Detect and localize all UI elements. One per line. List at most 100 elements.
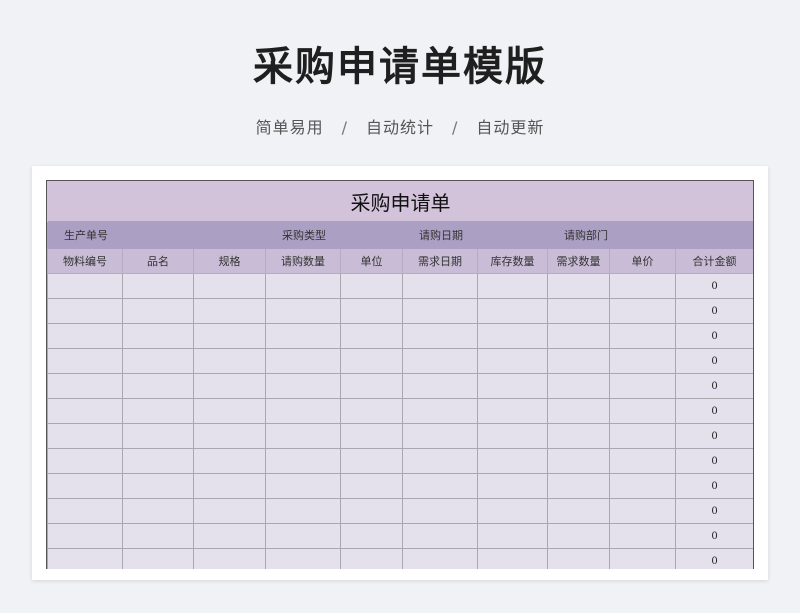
cell-unit[interactable] xyxy=(340,548,403,569)
cell-stock-qty[interactable] xyxy=(477,448,548,474)
cell-request-qty[interactable] xyxy=(265,523,341,549)
cell-demand-qty[interactable] xyxy=(547,273,610,299)
cell-request-qty[interactable] xyxy=(265,448,341,474)
cell-product-name[interactable] xyxy=(122,473,194,499)
cell-spec[interactable] xyxy=(193,298,266,324)
cell-spec[interactable] xyxy=(193,548,266,569)
cell-unit-price[interactable] xyxy=(609,323,676,349)
cell-total-amount[interactable]: 0 xyxy=(674,298,753,324)
cell-stock-qty[interactable] xyxy=(477,298,548,324)
cell-unit-price[interactable] xyxy=(609,423,676,449)
cell-need-date[interactable] xyxy=(402,448,478,474)
cell-request-qty[interactable] xyxy=(265,473,341,499)
cell-product-name[interactable] xyxy=(122,423,194,449)
cell-stock-qty[interactable] xyxy=(477,473,548,499)
cell-unit[interactable] xyxy=(340,348,403,374)
cell-unit[interactable] xyxy=(340,448,403,474)
cell-unit-price[interactable] xyxy=(609,498,676,524)
cell-need-date[interactable] xyxy=(402,398,478,424)
cell-unit[interactable] xyxy=(340,298,403,324)
order-no-value[interactable] xyxy=(193,221,266,249)
cell-product-name[interactable] xyxy=(122,498,194,524)
cell-stock-qty[interactable] xyxy=(477,273,548,299)
cell-unit-price[interactable] xyxy=(609,473,676,499)
cell-unit[interactable] xyxy=(340,398,403,424)
cell-total-amount[interactable]: 0 xyxy=(674,323,753,349)
cell-unit-price[interactable] xyxy=(609,523,676,549)
cell-unit[interactable] xyxy=(340,423,403,449)
cell-need-date[interactable] xyxy=(402,523,478,549)
cell-spec[interactable] xyxy=(193,523,266,549)
cell-material-code[interactable] xyxy=(47,448,123,474)
cell-material-code[interactable] xyxy=(47,498,123,524)
cell-total-amount[interactable]: 0 xyxy=(674,423,753,449)
cell-request-qty[interactable] xyxy=(265,323,341,349)
cell-product-name[interactable] xyxy=(122,323,194,349)
cell-request-qty[interactable] xyxy=(265,548,341,569)
cell-product-name[interactable] xyxy=(122,273,194,299)
cell-need-date[interactable] xyxy=(402,273,478,299)
cell-material-code[interactable] xyxy=(47,548,123,569)
cell-total-amount[interactable]: 0 xyxy=(674,348,753,374)
cell-need-date[interactable] xyxy=(402,323,478,349)
cell-demand-qty[interactable] xyxy=(547,448,610,474)
cell-total-amount[interactable]: 0 xyxy=(674,473,753,499)
cell-material-code[interactable] xyxy=(47,423,123,449)
cell-stock-qty[interactable] xyxy=(477,323,548,349)
cell-unit[interactable] xyxy=(340,523,403,549)
cell-stock-qty[interactable] xyxy=(477,398,548,424)
cell-spec[interactable] xyxy=(193,423,266,449)
cell-material-code[interactable] xyxy=(47,373,123,399)
cell-demand-qty[interactable] xyxy=(547,423,610,449)
cell-unit-price[interactable] xyxy=(609,448,676,474)
cell-material-code[interactable] xyxy=(47,523,123,549)
cell-need-date[interactable] xyxy=(402,473,478,499)
cell-demand-qty[interactable] xyxy=(547,373,610,399)
cell-stock-qty[interactable] xyxy=(477,373,548,399)
cell-spec[interactable] xyxy=(193,323,266,349)
cell-stock-qty[interactable] xyxy=(477,423,548,449)
cell-material-code[interactable] xyxy=(47,273,123,299)
cell-product-name[interactable] xyxy=(122,523,194,549)
cell-request-qty[interactable] xyxy=(265,498,341,524)
cell-request-qty[interactable] xyxy=(265,373,341,399)
cell-demand-qty[interactable] xyxy=(547,323,610,349)
cell-spec[interactable] xyxy=(193,348,266,374)
cell-unit[interactable] xyxy=(340,323,403,349)
cell-unit-price[interactable] xyxy=(609,348,676,374)
cell-product-name[interactable] xyxy=(122,298,194,324)
cell-need-date[interactable] xyxy=(402,548,478,569)
cell-demand-qty[interactable] xyxy=(547,473,610,499)
cell-total-amount[interactable]: 0 xyxy=(674,498,753,524)
cell-material-code[interactable] xyxy=(47,298,123,324)
cell-material-code[interactable] xyxy=(47,398,123,424)
cell-spec[interactable] xyxy=(193,448,266,474)
cell-request-qty[interactable] xyxy=(265,398,341,424)
cell-demand-qty[interactable] xyxy=(547,548,610,569)
cell-stock-qty[interactable] xyxy=(477,548,548,569)
cell-material-code[interactable] xyxy=(47,348,123,374)
cell-request-qty[interactable] xyxy=(265,348,341,374)
cell-demand-qty[interactable] xyxy=(547,398,610,424)
cell-demand-qty[interactable] xyxy=(547,498,610,524)
cell-product-name[interactable] xyxy=(122,448,194,474)
cell-unit[interactable] xyxy=(340,473,403,499)
cell-unit-price[interactable] xyxy=(609,548,676,569)
cell-spec[interactable] xyxy=(193,398,266,424)
cell-request-qty[interactable] xyxy=(265,423,341,449)
cell-product-name[interactable] xyxy=(122,348,194,374)
cell-request-qty[interactable] xyxy=(265,273,341,299)
cell-total-amount[interactable]: 0 xyxy=(674,523,753,549)
cell-spec[interactable] xyxy=(193,498,266,524)
cell-request-qty[interactable] xyxy=(265,298,341,324)
cell-spec[interactable] xyxy=(193,373,266,399)
cell-unit-price[interactable] xyxy=(609,373,676,399)
cell-unit[interactable] xyxy=(340,373,403,399)
cell-demand-qty[interactable] xyxy=(547,523,610,549)
cell-need-date[interactable] xyxy=(402,348,478,374)
cell-spec[interactable] xyxy=(193,473,266,499)
cell-spec[interactable] xyxy=(193,273,266,299)
cell-product-name[interactable] xyxy=(122,398,194,424)
cell-need-date[interactable] xyxy=(402,423,478,449)
cell-need-date[interactable] xyxy=(402,498,478,524)
